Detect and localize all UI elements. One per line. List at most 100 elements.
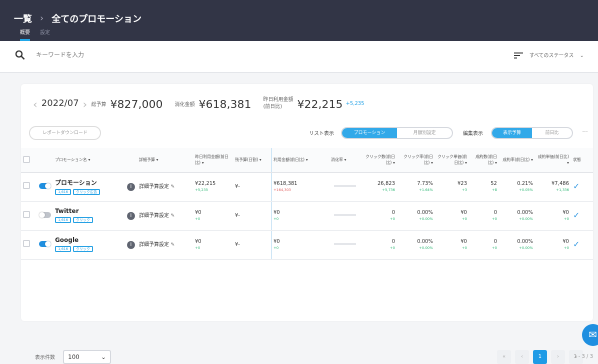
next-month-icon[interactable]: › <box>83 98 87 111</box>
cell-cvr: 0.00% +0.00% <box>499 201 535 231</box>
promotion-name[interactable]: Google <box>55 237 123 244</box>
cell-cvr: 0.00% +0.00% <box>499 230 535 260</box>
promotion-name-cell: Twitter 1,616 クリック <box>53 201 125 231</box>
value-clicks: 0 <box>391 239 395 245</box>
status-toggle[interactable] <box>39 211 51 218</box>
edit-option-budget[interactable]: 表示予算 <box>492 128 532 138</box>
diff-spend: +164,303 <box>273 188 291 192</box>
tag[interactable]: 1,616 <box>55 217 72 223</box>
cell-spend: ¥0 +0 <box>270 201 329 231</box>
row-toggle-cell <box>37 201 53 231</box>
header-tabs: 概要 設定 <box>20 29 50 41</box>
cell-clicks: 0 +0 <box>361 230 397 260</box>
filter-label: すべてのステータス <box>529 53 574 59</box>
info-icon[interactable]: i <box>127 211 135 220</box>
status-toggle[interactable] <box>39 182 51 189</box>
select-all-checkbox[interactable] <box>23 155 30 163</box>
cell-spend: ¥618,381 +164,303 <box>270 172 329 202</box>
column-header[interactable]: 詳細予算 ▾ <box>137 148 193 173</box>
promotion-name[interactable]: Twitter <box>55 208 123 215</box>
cell-state: ✓ <box>571 230 593 260</box>
column-header[interactable]: 利用金額(前日比) ▾ <box>270 148 329 173</box>
more-options-button[interactable]: ... <box>579 127 591 139</box>
column-header[interactable]: 残予算(日割) ▾ <box>233 148 271 173</box>
yesterday-label: 昨日利用金額 (前日比) <box>263 97 293 111</box>
page-button-1[interactable]: 1 <box>533 350 547 364</box>
page-size-control: 表示件数 100 ⌄ <box>35 350 112 364</box>
tag[interactable]: 1,616 <box>55 189 72 195</box>
prev-page-button[interactable]: ‹ <box>515 350 529 364</box>
edit-icon[interactable]: ✎ <box>171 242 175 248</box>
column-header[interactable]: クリック率(前日比) ▾ <box>397 148 435 173</box>
edit-icon[interactable]: ✎ <box>171 184 175 190</box>
column-header[interactable]: 成約数(前日比) ▾ <box>469 148 499 173</box>
tab-settings[interactable]: 設定 <box>40 29 50 41</box>
search-input[interactable] <box>36 49 336 63</box>
cell-spend: ¥0 +0 <box>270 230 329 260</box>
status-filter[interactable]: すべてのステータス ⌄ <box>514 52 584 59</box>
first-page-button[interactable]: « <box>497 350 511 364</box>
table-row[interactable]: Google 1,616 クリック i 詳細予算設定 ✎ ¥0 +0 ¥- ¥0 +0 0 +0 0.0… <box>21 230 593 260</box>
yesterday-label-line1: 昨日利用金額 <box>263 97 294 103</box>
breadcrumb-root[interactable]: 一覧 <box>14 12 32 25</box>
page-size-label: 表示件数 <box>35 354 56 361</box>
tab-overview[interactable]: 概要 <box>20 29 30 41</box>
report-download-button[interactable]: レポートダウンロード <box>29 126 101 140</box>
edit-icon[interactable]: ✎ <box>171 213 175 219</box>
chat-help-button[interactable]: ✉ <box>582 324 598 346</box>
value-yesterday: ¥0 <box>195 210 202 216</box>
tag[interactable]: クリック <box>73 246 94 252</box>
status-toggle[interactable] <box>39 240 51 247</box>
detail-budget-link[interactable]: 詳細予算設定 <box>139 213 169 219</box>
prev-month-icon[interactable]: ‹ <box>33 98 37 111</box>
yesterday-label-line2: (前日比) <box>263 104 283 110</box>
pagination: « ‹ 1 › » <box>497 350 583 364</box>
cell-progress <box>329 230 361 260</box>
row-checkbox[interactable] <box>23 240 30 247</box>
column-header[interactable]: 成約単価(前日比) ▾ <box>535 148 571 173</box>
filter-icon <box>514 52 524 59</box>
promotion-name-cell: Google 1,616 クリック <box>53 230 125 260</box>
info-icon[interactable]: i <box>127 182 135 191</box>
next-page-button[interactable]: › <box>551 350 565 364</box>
diff-clicks: +0 <box>389 246 395 250</box>
edit-option-prevday[interactable]: 前日比 <box>532 128 572 138</box>
cell-yesterday: ¥0 +0 <box>193 201 233 231</box>
row-checkbox[interactable] <box>23 211 30 218</box>
value-yesterday: ¥0 <box>195 239 202 245</box>
list-option-promotion[interactable]: プロモーション <box>342 128 397 138</box>
column-header[interactable]: クリック単価(前日比) ▾ <box>435 148 469 173</box>
cell-progress <box>329 172 361 202</box>
detail-budget-link[interactable]: 詳細予算設定 <box>139 242 169 248</box>
diff-cpc: +0 <box>461 217 467 221</box>
column-header[interactable]: 成約率(前日比) ▾ <box>499 148 535 173</box>
tag[interactable]: クリック <box>73 217 94 223</box>
page-size-select[interactable]: 100 ⌄ <box>63 350 112 364</box>
cell-remaining: ¥- <box>233 172 271 202</box>
promotion-name[interactable]: プロモーション <box>55 178 123 187</box>
column-header[interactable]: 状態 <box>571 148 593 173</box>
table-row[interactable]: プロモーション 1,616 クリック広告 i 詳細予算設定 ✎ ¥22,215 +5,235… <box>21 172 593 202</box>
table-row[interactable]: Twitter 1,616 クリック i 詳細予算設定 ✎ ¥0 +0 ¥- ¥0 +0 0 +0 0.… <box>21 201 593 231</box>
info-cell: i <box>125 172 137 202</box>
column-header[interactable]: 昨日利用金額(前日比) ▾ <box>193 148 233 173</box>
value-yesterday: ¥22,215 <box>195 181 216 187</box>
tag[interactable]: 1,616 <box>55 246 72 252</box>
value-ctr: 0.00% <box>417 210 433 216</box>
cell-cpc: ¥0 +0 <box>435 201 469 231</box>
diff-cvr: +0.05% <box>518 188 533 192</box>
row-checkbox[interactable] <box>23 182 30 189</box>
detail-budget-link[interactable]: 詳細予算設定 <box>139 184 169 190</box>
value-ctr: 7.73% <box>417 181 433 187</box>
column-header[interactable]: 消化率 ▾ <box>329 148 361 173</box>
column-header[interactable]: プロモーション名 ▾ <box>53 148 125 173</box>
consumption-bar <box>334 185 356 187</box>
month-label: 2022/07 <box>41 99 79 109</box>
value-spend: ¥618,381 <box>273 181 298 187</box>
promotion-table: プロモーション名 ▾ 詳細予算 ▾ 昨日利用金額(前日比) ▾ 残予算(日割) … <box>21 148 593 260</box>
yesterday-value: ¥22,215 <box>297 97 343 111</box>
tag[interactable]: クリック広告 <box>73 189 101 195</box>
column-header[interactable]: クリック数(前日比) ▾ <box>361 148 397 173</box>
info-icon[interactable]: i <box>127 240 135 249</box>
list-option-monthly[interactable]: 月額別設定 <box>397 128 452 138</box>
